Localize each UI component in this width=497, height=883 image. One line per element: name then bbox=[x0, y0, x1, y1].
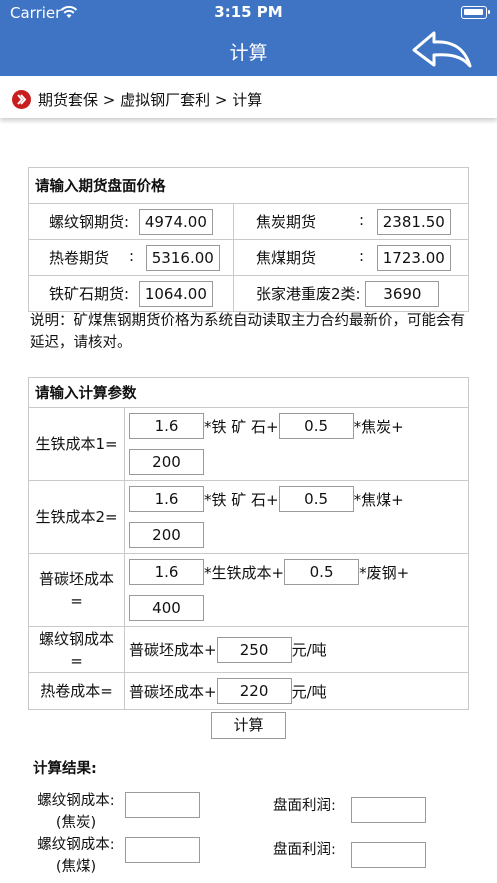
coke-futures-label: 焦炭期货: bbox=[256, 211, 364, 231]
status-bar: Carrier 3:15 PM bbox=[0, 0, 497, 26]
ore-term-label: *铁 矿 石+ bbox=[204, 490, 279, 509]
table-row: 热卷成本= 普碳坯成本+ 220 元/吨 bbox=[28, 672, 469, 710]
rebar-cost-label: 螺纹钢成本 = bbox=[28, 626, 125, 673]
table-row: 热卷期货: 5316.00 焦煤期货: 1723.00 bbox=[28, 239, 469, 276]
table-row: 螺纹钢成本 = 普碳坯成本+ 250 元/吨 bbox=[28, 626, 469, 673]
breadcrumb-text[interactable]: 期货套保 > 虚拟钢厂套利 > 计算 bbox=[38, 89, 262, 110]
params-section-header: 请输入计算参数 bbox=[28, 377, 469, 408]
chevron-right-icon bbox=[12, 90, 31, 109]
ore-term-label: *铁 矿 石+ bbox=[204, 417, 279, 436]
back-arrow-icon[interactable] bbox=[410, 28, 474, 72]
pig-iron-cost-2-label: 生铁成本2= bbox=[28, 480, 125, 554]
table-row: 生铁成本2= 1.6 *铁 矿 石+ 0.5 *焦煤+ 200 bbox=[28, 480, 469, 554]
price-section-header: 请输入期货盘面价格 bbox=[28, 167, 469, 204]
unit-label: 元/吨 bbox=[291, 682, 327, 701]
breadcrumb: 期货套保 > 虚拟钢厂套利 > 计算 bbox=[0, 80, 497, 118]
scrap-term-label: *废钢+ bbox=[359, 563, 410, 582]
profit-label: 盘面利润: bbox=[273, 842, 336, 858]
rebar-cost-coke-label: 螺纹钢成本: (焦炭) bbox=[37, 793, 115, 831]
profit-coke-output[interactable] bbox=[351, 797, 426, 823]
coking-coal-futures-input[interactable]: 1723.00 bbox=[376, 244, 451, 271]
coke-futures-input[interactable]: 2381.50 bbox=[376, 208, 451, 235]
billet-cost-term-label: 普碳坯成本+ bbox=[129, 682, 217, 701]
hrc-cost-label: 热卷成本= bbox=[28, 672, 125, 710]
coking-coal-futures-label: 焦煤期货: bbox=[256, 247, 364, 267]
scrap-price-label: 张家港重废2类: bbox=[256, 285, 361, 303]
calculate-button[interactable]: 计算 bbox=[211, 712, 286, 739]
rebar-cost-coal-label: 螺纹钢成本: (焦煤) bbox=[37, 837, 115, 875]
pig-iron-1-ore-coef-input[interactable]: 1.6 bbox=[129, 413, 204, 439]
table-row: 普碳坯成本 = 1.6 *生铁成本+ 0.5 *废钢+ 400 bbox=[28, 553, 469, 627]
profit-label: 盘面利润: bbox=[273, 798, 336, 814]
pig-iron-2-ore-coef-input[interactable]: 1.6 bbox=[129, 486, 204, 512]
pig-iron-2-coal-coef-input[interactable]: 0.5 bbox=[278, 486, 354, 512]
rebar-markup-input[interactable]: 250 bbox=[216, 636, 292, 663]
billet-cost-term-label: 普碳坯成本+ bbox=[129, 641, 217, 659]
rebar-cost-coke-output[interactable] bbox=[125, 792, 200, 818]
battery-icon bbox=[461, 6, 490, 19]
pig-iron-2-constant-input[interactable]: 200 bbox=[129, 522, 204, 548]
pig-iron-term-label: *生铁成本+ bbox=[204, 563, 285, 582]
price-note: 说明：矿煤焦钢期货价格为系统自动读取主力合约最新价，可能会有延迟，请核对。 bbox=[30, 313, 465, 351]
hrc-futures-input[interactable]: 5316.00 bbox=[145, 244, 220, 271]
rebar-cost-coal-output[interactable] bbox=[125, 837, 200, 863]
pig-iron-1-coke-coef-input[interactable]: 0.5 bbox=[278, 413, 354, 439]
rebar-futures-input[interactable]: 4974.00 bbox=[138, 208, 213, 235]
table-row: 生铁成本1= 1.6 *铁 矿 石+ 0.5 *焦炭+ 200 bbox=[28, 407, 469, 481]
navigation-bar: 计算 bbox=[0, 26, 497, 76]
pig-iron-cost-1-label: 生铁成本1= bbox=[28, 407, 125, 481]
clock: 3:15 PM bbox=[214, 3, 283, 21]
scrap-price-input[interactable]: 3690 bbox=[365, 280, 440, 307]
profit-coal-output[interactable] bbox=[351, 842, 426, 868]
coal-term-label: *焦煤+ bbox=[353, 490, 404, 509]
iron-ore-futures-input[interactable]: 1064.00 bbox=[138, 280, 213, 307]
billet-constant-input[interactable]: 400 bbox=[129, 595, 204, 621]
calc-params-table: 请输入计算参数 生铁成本1= 1.6 *铁 矿 石+ 0.5 *焦炭+ 200 … bbox=[28, 377, 469, 710]
billet-scrap-coef-input[interactable]: 0.5 bbox=[284, 559, 360, 585]
pig-iron-1-constant-input[interactable]: 200 bbox=[129, 449, 204, 475]
coke-term-label: *焦炭+ bbox=[353, 417, 404, 436]
billet-pig-iron-coef-input[interactable]: 1.6 bbox=[129, 559, 204, 585]
results-title: 计算结果: bbox=[33, 761, 97, 777]
rebar-futures-label: 螺纹钢期货: bbox=[49, 213, 130, 231]
table-row: 铁矿石期货: 1064.00 张家港重废2类: 3690 bbox=[28, 275, 469, 312]
billet-cost-label: 普碳坯成本 = bbox=[28, 553, 125, 627]
iron-ore-futures-label: 铁矿石期货: bbox=[49, 285, 130, 303]
hrc-futures-label: 热卷期货: bbox=[49, 247, 134, 267]
table-row: 螺纹钢期货: 4974.00 焦炭期货: 2381.50 bbox=[28, 203, 469, 240]
hrc-markup-input[interactable]: 220 bbox=[216, 678, 292, 704]
futures-price-table: 请输入期货盘面价格 螺纹钢期货: 4974.00 焦炭期货: 2381.50 热… bbox=[28, 167, 469, 312]
unit-label: 元/吨 bbox=[291, 641, 327, 659]
